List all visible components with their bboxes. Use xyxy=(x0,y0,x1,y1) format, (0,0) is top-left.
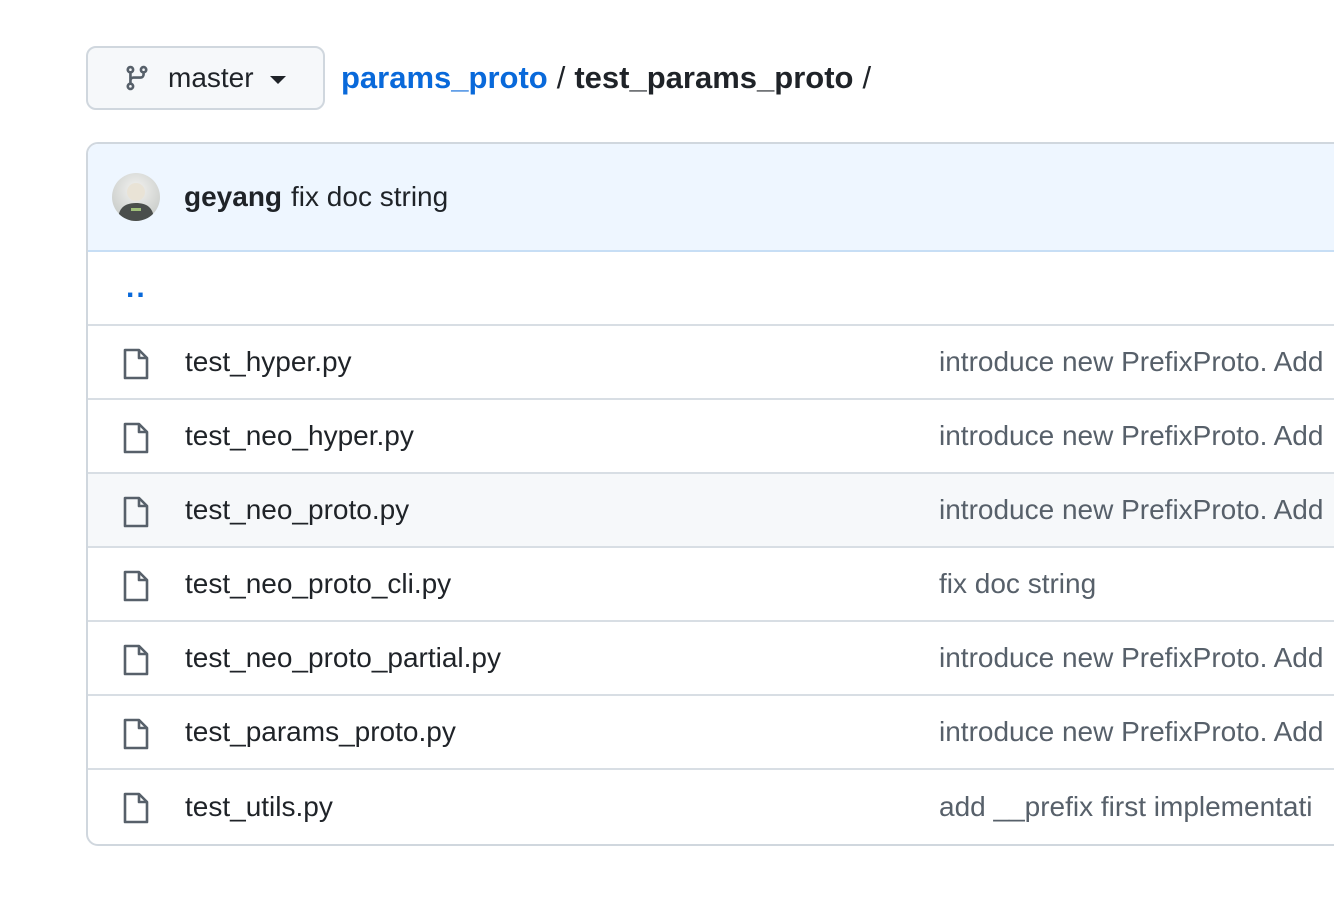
file-name-link[interactable]: test_params_proto.py xyxy=(185,716,456,748)
breadcrumb-current-directory: test_params_proto xyxy=(574,60,854,95)
file-row[interactable]: test_neo_proto_partial.py introduce new … xyxy=(88,622,1334,696)
file-commit-message-link[interactable]: introduce new PrefixProto. Add xyxy=(939,494,1323,526)
file-icon xyxy=(122,496,150,528)
file-row[interactable]: test_neo_proto.py introduce new PrefixPr… xyxy=(88,474,1334,548)
file-name-link[interactable]: test_neo_proto_cli.py xyxy=(185,568,451,600)
file-icon xyxy=(122,644,150,676)
file-row[interactable]: test_neo_hyper.py introduce new PrefixPr… xyxy=(88,400,1334,474)
file-name-link[interactable]: test_hyper.py xyxy=(185,346,352,378)
file-row[interactable]: test_hyper.py introduce new PrefixProto.… xyxy=(88,326,1334,400)
file-icon xyxy=(122,570,150,602)
page: master params_proto / test_params_proto … xyxy=(0,0,1334,904)
latest-commit-bar: geyang fix doc string xyxy=(88,144,1334,252)
git-branch-icon xyxy=(122,62,152,94)
breadcrumb-trailing-separator: / xyxy=(862,60,872,95)
breadcrumb-separator: / xyxy=(556,60,566,95)
branch-selector-button[interactable]: master xyxy=(86,46,325,110)
breadcrumb-repo-link[interactable]: params_proto xyxy=(341,60,548,96)
file-commit-message-link[interactable]: introduce new PrefixProto. Add xyxy=(939,716,1323,748)
file-row[interactable]: test_utils.py add __prefix first impleme… xyxy=(88,770,1334,844)
file-name-link[interactable]: test_neo_hyper.py xyxy=(185,420,414,452)
parent-directory-row[interactable]: .. xyxy=(88,252,1334,326)
commit-author-link[interactable]: geyang xyxy=(184,181,282,213)
file-commit-message-link[interactable]: fix doc string xyxy=(939,568,1096,600)
author-avatar[interactable] xyxy=(112,173,160,221)
file-name-link[interactable]: test_neo_proto_partial.py xyxy=(185,642,501,674)
parent-directory-link[interactable]: .. xyxy=(126,271,147,305)
file-row[interactable]: test_params_proto.py introduce new Prefi… xyxy=(88,696,1334,770)
file-icon xyxy=(122,422,150,454)
file-name-link[interactable]: test_utils.py xyxy=(185,791,333,823)
file-icon xyxy=(122,348,150,380)
file-commit-message-link[interactable]: introduce new PrefixProto. Add xyxy=(939,642,1323,674)
file-row[interactable]: test_neo_proto_cli.py fix doc string xyxy=(88,548,1334,622)
breadcrumb: params_proto / test_params_proto / xyxy=(341,60,880,96)
branch-name: master xyxy=(168,62,254,93)
file-list-box: geyang fix doc string .. test_hyper.py i… xyxy=(86,142,1334,846)
file-commit-message-link[interactable]: introduce new PrefixProto. Add xyxy=(939,420,1323,452)
commit-message-link[interactable]: fix doc string xyxy=(291,181,448,213)
file-icon xyxy=(122,792,150,824)
file-name-link[interactable]: test_neo_proto.py xyxy=(185,494,409,526)
caret-down-icon xyxy=(269,76,286,84)
file-commit-message-link[interactable]: add __prefix first implementati xyxy=(939,791,1313,823)
file-commit-message-link[interactable]: introduce new PrefixProto. Add xyxy=(939,346,1323,378)
file-icon xyxy=(122,718,150,750)
repo-nav-bar: master params_proto / test_params_proto … xyxy=(86,46,880,110)
